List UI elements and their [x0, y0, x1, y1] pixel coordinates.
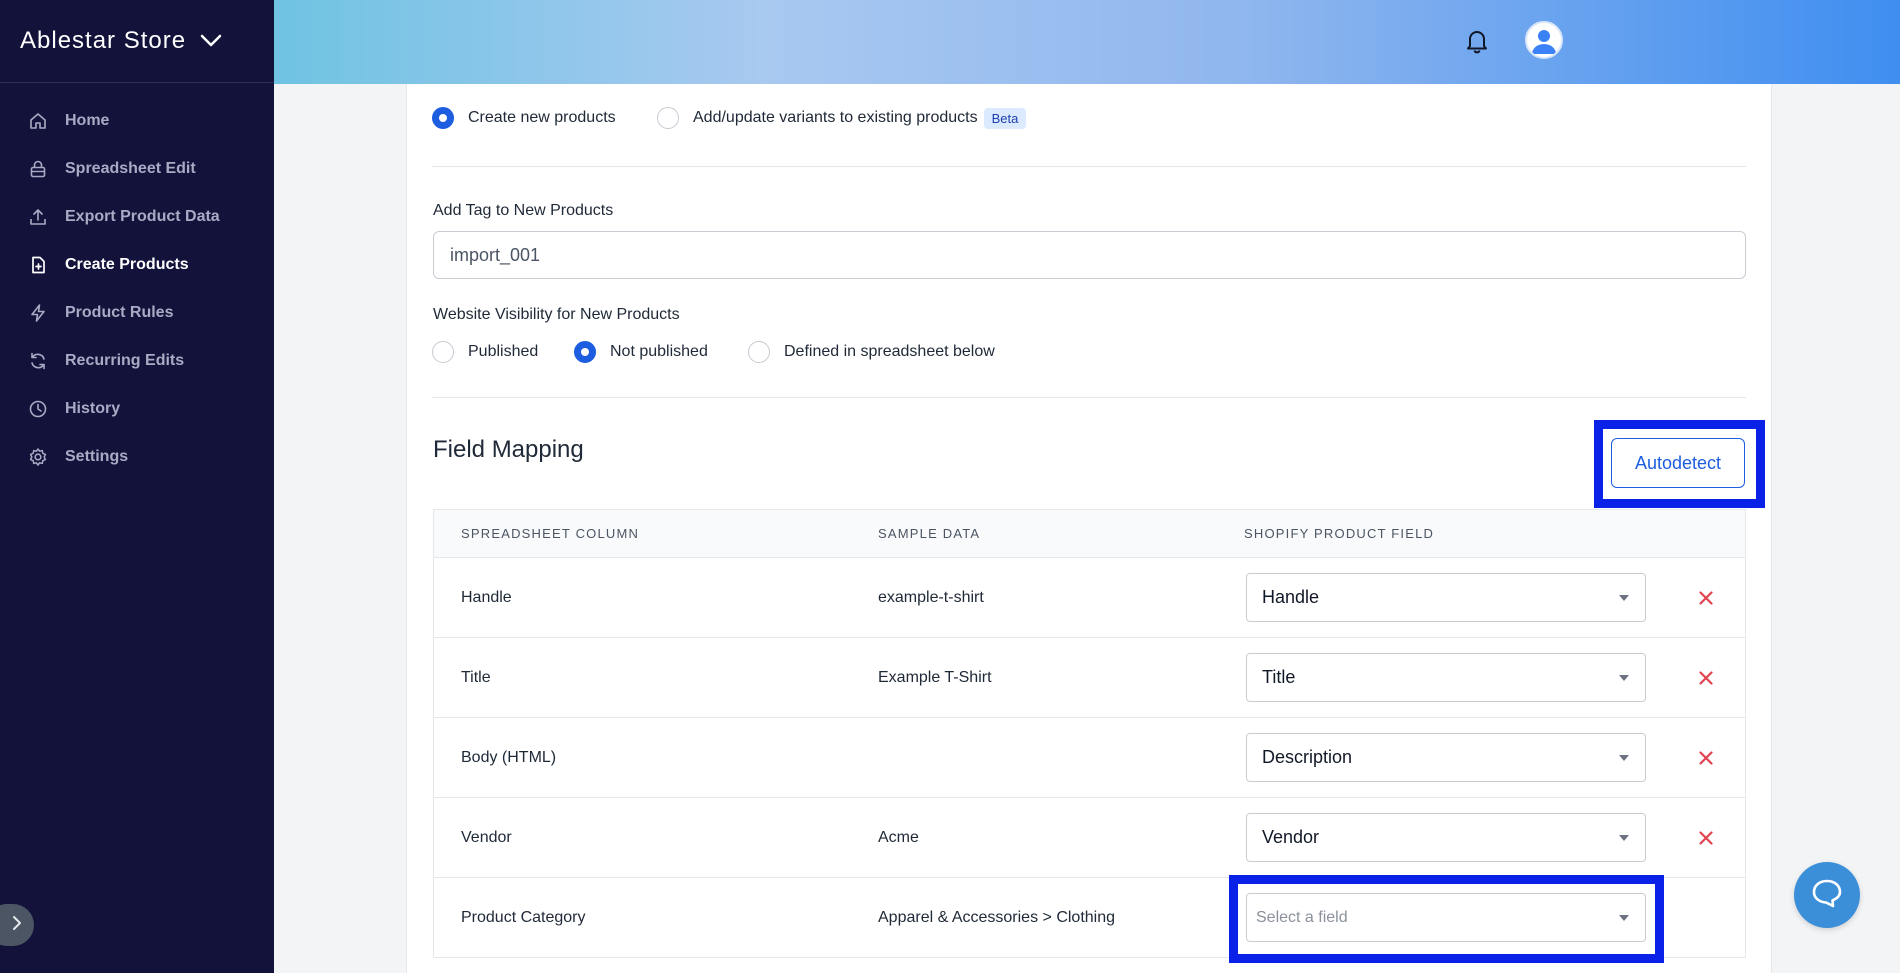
sidebar-expand-button[interactable]: [0, 904, 34, 946]
sidebar-item-recurring-edits[interactable]: Recurring Edits: [0, 337, 274, 385]
remove-icon[interactable]: [1695, 667, 1717, 689]
bolt-icon: [28, 303, 48, 323]
file-plus-icon: [28, 255, 48, 275]
table-header: SPREADSHEET COLUMN SAMPLE DATA SHOPIFY P…: [434, 510, 1745, 558]
sidebar-item-label: Product Rules: [65, 304, 174, 321]
spreadsheet-column: Handle: [461, 589, 512, 606]
home-icon: [28, 111, 48, 131]
top-header: [274, 0, 1900, 84]
table-row: Vendor Acme Vendor: [434, 798, 1745, 878]
column-header: SPREADSHEET COLUMN: [461, 526, 640, 541]
beta-badge: Beta: [983, 107, 1027, 129]
sidebar-item-label: Settings: [65, 448, 129, 465]
sidebar-item-label: History: [65, 400, 121, 417]
field-mapping-table: SPREADSHEET COLUMN SAMPLE DATA SHOPIFY P…: [433, 509, 1746, 958]
sidebar-item-history[interactable]: History: [0, 385, 274, 433]
autodetect-button[interactable]: Autodetect: [1611, 438, 1745, 488]
clock-icon: [28, 399, 48, 419]
select-value: Vendor: [1262, 827, 1320, 847]
upload-icon: [28, 207, 48, 227]
sidebar-nav: Home Spreadsheet Edit Export Product Dat…: [0, 83, 274, 481]
sample-data: Example T-Shirt: [878, 669, 992, 686]
visibility-option-published[interactable]: Published: [432, 341, 538, 363]
field-mapping-title: Field Mapping: [433, 436, 584, 463]
radio-published[interactable]: [432, 341, 454, 363]
visibility-option-spreadsheet[interactable]: Defined in spreadsheet below: [748, 341, 995, 363]
select-value: Title: [1262, 667, 1296, 687]
spreadsheet-column: Body (HTML): [461, 749, 557, 766]
select-value: Description: [1262, 747, 1353, 767]
import-mode-new[interactable]: Create new products: [432, 107, 616, 129]
sidebar-item-create-products[interactable]: Create Products: [0, 241, 274, 289]
divider: [432, 166, 1746, 167]
sidebar-item-product-rules[interactable]: Product Rules: [0, 289, 274, 337]
radio-label: Defined in spreadsheet below: [784, 343, 995, 360]
sidebar-item-label: Spreadsheet Edit: [65, 160, 196, 177]
sidebar-item-label: Home: [65, 112, 110, 129]
shopify-field-select[interactable]: Handle: [1246, 573, 1646, 622]
bell-icon[interactable]: [1462, 26, 1492, 56]
shopify-field-select[interactable]: Description: [1246, 733, 1646, 782]
spreadsheet-column: Product Category: [461, 909, 586, 926]
caret-down-icon: [1619, 915, 1629, 921]
sample-data: Apparel & Accessories > Clothing: [878, 909, 1116, 926]
shopify-field-select[interactable]: Select a field: [1246, 893, 1646, 942]
sidebar-item-export-product-data[interactable]: Export Product Data: [0, 193, 274, 241]
store-name: Ablestar Store: [20, 27, 187, 54]
shopify-field-select[interactable]: Title: [1246, 653, 1646, 702]
remove-icon[interactable]: [1695, 747, 1717, 769]
sidebar-item-label: Recurring Edits: [65, 352, 185, 369]
column-header: SAMPLE DATA: [878, 526, 981, 541]
radio-label: Add/update variants to existing products: [693, 109, 978, 126]
visibility-label: Website Visibility for New Products: [433, 306, 680, 323]
visibility-option-not-published[interactable]: Not published: [574, 341, 708, 363]
caret-down-icon: [1619, 675, 1629, 681]
radio-label: Published: [468, 343, 539, 360]
tag-field-label: Add Tag to New Products: [433, 202, 614, 219]
radio-create-new-products[interactable]: [432, 107, 454, 129]
sidebar-item-spreadsheet-edit[interactable]: Spreadsheet Edit: [0, 145, 274, 193]
chevron-right-icon: [12, 915, 22, 936]
table-row: Body (HTML) Description: [434, 718, 1745, 798]
table-row: Product Category Apparel & Accessories >…: [434, 878, 1745, 958]
spreadsheet-column: Title: [461, 669, 491, 686]
gear-icon: [28, 447, 48, 467]
caret-down-icon: [1619, 835, 1629, 841]
shopify-field-select[interactable]: Vendor: [1246, 813, 1646, 862]
caret-down-icon: [1619, 595, 1629, 601]
sidebar-item-label: Create Products: [65, 256, 189, 273]
store-switcher[interactable]: Ablestar Store: [0, 0, 274, 83]
sidebar-item-home[interactable]: Home: [0, 97, 274, 145]
radio-not-published[interactable]: [574, 341, 596, 363]
table-row: Title Example T-Shirt Title: [434, 638, 1745, 718]
table-row: Handle example-t-shirt Handle: [434, 558, 1745, 638]
column-header: SHOPIFY PRODUCT FIELD: [1244, 526, 1435, 541]
radio-defined-in-spreadsheet[interactable]: [748, 341, 770, 363]
caret-down-icon: [1619, 755, 1629, 761]
select-value: Handle: [1262, 587, 1320, 607]
tag-input[interactable]: [433, 231, 1746, 279]
chat-launcher-button[interactable]: [1794, 862, 1860, 928]
chat-bubble-icon: [1811, 878, 1843, 913]
create-products-card: Create new products Add/update variants …: [406, 84, 1772, 973]
sample-data: Acme: [878, 829, 919, 846]
chevron-down-icon: [200, 34, 222, 48]
sidebar: Ablestar Store Home Spreadsheet Edit Exp…: [0, 0, 274, 973]
refresh-icon: [28, 351, 48, 371]
divider: [432, 397, 1746, 398]
select-placeholder: Select a field: [1256, 908, 1348, 926]
remove-icon[interactable]: [1695, 827, 1717, 849]
sidebar-item-label: Export Product Data: [65, 208, 220, 225]
radio-label: Not published: [610, 343, 708, 360]
lock-icon: [28, 159, 48, 179]
sidebar-item-settings[interactable]: Settings: [0, 433, 274, 481]
spreadsheet-column: Vendor: [461, 829, 512, 846]
import-mode-variants[interactable]: Add/update variants to existing products…: [657, 107, 1027, 129]
sample-data: example-t-shirt: [878, 589, 984, 606]
remove-icon[interactable]: [1695, 587, 1717, 609]
radio-label: Create new products: [468, 109, 616, 126]
avatar-icon[interactable]: [1525, 21, 1563, 59]
radio-add-update-variants[interactable]: [657, 107, 679, 129]
